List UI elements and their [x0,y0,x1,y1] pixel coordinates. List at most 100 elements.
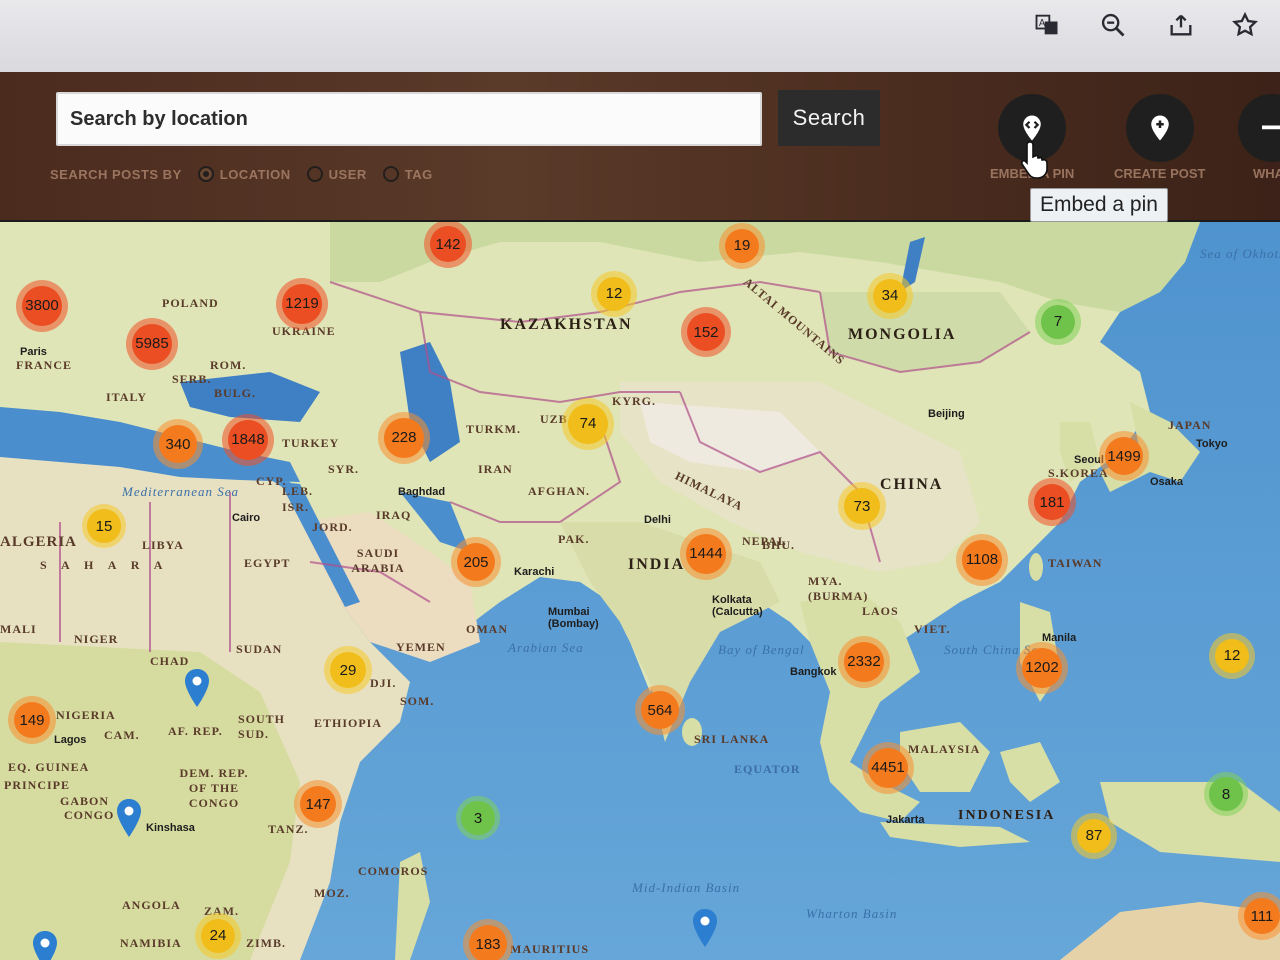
cluster-marker[interactable]: 149 [8,696,56,744]
cluster-marker[interactable]: 181 [1028,478,1076,526]
cluster-count: 564 [641,691,679,729]
cluster-marker[interactable]: 12 [591,271,637,317]
cluster-marker[interactable]: 3 [456,796,500,840]
cluster-marker[interactable]: 152 [681,307,731,357]
radio-user-label: USER [328,166,367,182]
city-baghdad: Baghdad [398,486,446,498]
svg-text:A: A [1039,18,1046,29]
cluster-marker[interactable]: 1219 [276,278,328,330]
label-poland: POLAND [162,296,219,310]
cluster-count: 12 [1214,638,1250,674]
city-karachi: Karachi [514,566,555,578]
map-pin-icon[interactable] [184,668,210,708]
cluster-marker[interactable]: 2332 [838,636,890,688]
label-angola: ANGOLA [122,898,181,912]
label-chad: CHAD [150,654,190,668]
world-map[interactable]: KAZAKHSTAN MONGOLIA CHINA INDIA TURKEY A… [0,222,1280,960]
cluster-marker[interactable]: 1499 [1099,431,1149,481]
label-dem-rep-congo: DEM. REP. OF THE CONGO [179,766,249,810]
cluster-marker[interactable]: 12 [1209,633,1255,679]
add-location-icon[interactable] [1125,94,1194,162]
city-bangkok: Bangkok [790,666,837,678]
menu-icon[interactable] [1238,94,1280,162]
cluster-marker[interactable]: 8 [1204,772,1248,816]
city-beijing: Beijing [928,408,965,420]
radio-location-label: LOCATION [219,166,291,182]
cluster-count: 87 [1076,818,1112,854]
radio-user[interactable]: USER [306,166,367,182]
taiwan-land [1029,553,1043,581]
map-pin-icon[interactable] [116,798,142,838]
cluster-marker[interactable]: 87 [1071,813,1117,859]
label-nigeria: NIGERIA [56,708,116,722]
radio-location-dot[interactable] [197,166,214,182]
cluster-count: 7 [1040,304,1076,340]
cluster-marker[interactable]: 29 [324,646,372,694]
cluster-count: 3 [461,801,495,835]
cluster-marker[interactable]: 228 [378,412,430,464]
cluster-marker[interactable]: 4451 [862,742,914,794]
what-tool[interactable]: WHAT [1238,94,1280,181]
label-af-rep: AF. REP. [168,724,223,738]
cluster-marker[interactable]: 74 [562,398,614,450]
cluster-marker[interactable]: 3800 [16,280,68,332]
cluster-marker[interactable]: 1848 [222,414,274,466]
label-libya: LIBYA [142,538,184,552]
browser-toolbar: A [0,0,1280,74]
cluster-marker[interactable]: 1202 [1016,642,1068,694]
radio-tag-dot[interactable] [382,166,399,182]
label-som: SOM. [400,694,435,708]
cluster-marker[interactable]: 564 [635,685,685,735]
search-button[interactable]: Search [778,90,880,146]
label-iran: IRAN [478,462,513,476]
label-india: INDIA [628,556,686,573]
cluster-count: 228 [384,418,424,458]
map-pin-icon[interactable] [32,930,58,960]
cluster-marker[interactable]: 5985 [126,318,178,370]
cluster-marker[interactable]: 7 [1035,299,1081,345]
cluster-marker[interactable]: 73 [838,482,886,530]
label-equator: EQUATOR [734,762,801,776]
cluster-marker[interactable]: 15 [82,504,126,548]
cluster-marker[interactable]: 205 [451,537,501,587]
cluster-count: 1444 [686,534,726,574]
label-jord: JORD. [312,520,353,534]
zoom-out-icon[interactable] [1096,8,1130,42]
cluster-count: 15 [87,509,121,543]
label-gabon: GABON [60,794,110,808]
cluster-count: 340 [159,425,197,463]
cluster-marker[interactable]: 142 [424,222,472,268]
search-by-label: SEARCH POSTS BY [50,166,182,182]
label-principe: PRINCIPE [4,778,71,792]
cluster-marker[interactable]: 1444 [680,528,732,580]
cluster-marker[interactable]: 340 [153,419,203,469]
share-icon[interactable] [1164,8,1198,42]
label-eq-guinea: EQ. GUINEA [8,760,90,774]
radio-user-dot[interactable] [306,166,323,182]
label-saudi-arabia: SAUDI ARABIA [351,546,405,575]
city-delhi: Delhi [644,514,671,526]
cluster-marker[interactable]: 19 [719,223,765,269]
cluster-marker[interactable]: 34 [867,273,913,319]
label-mali: MALI [0,622,37,636]
label-bhu: BHU. [762,538,796,552]
star-icon[interactable] [1228,8,1262,42]
radio-location[interactable]: LOCATION [197,166,291,182]
cluster-count: 29 [329,651,367,689]
radio-tag[interactable]: TAG [382,166,433,182]
radio-tag-label: TAG [404,166,433,182]
create-post-tool[interactable]: CREATE POST [1114,94,1206,181]
translate-icon[interactable]: A [1030,8,1064,42]
search-input[interactable] [56,92,762,146]
cluster-marker[interactable]: 1108 [956,534,1008,586]
label-sea-of-okhotsk: Sea of Okhotsk [1200,246,1280,261]
cluster-marker[interactable]: 111 [1238,892,1280,940]
cluster-marker[interactable]: 147 [294,780,342,828]
cluster-marker[interactable]: 24 [195,913,241,959]
cluster-count: 73 [843,487,881,525]
label-tanz: TANZ. [268,822,309,836]
label-turkm: TURKM. [466,422,521,436]
label-japan: JAPAN [1168,418,1212,432]
label-mauritius: MAURITIUS [510,942,590,956]
map-pin-icon[interactable] [692,908,718,948]
